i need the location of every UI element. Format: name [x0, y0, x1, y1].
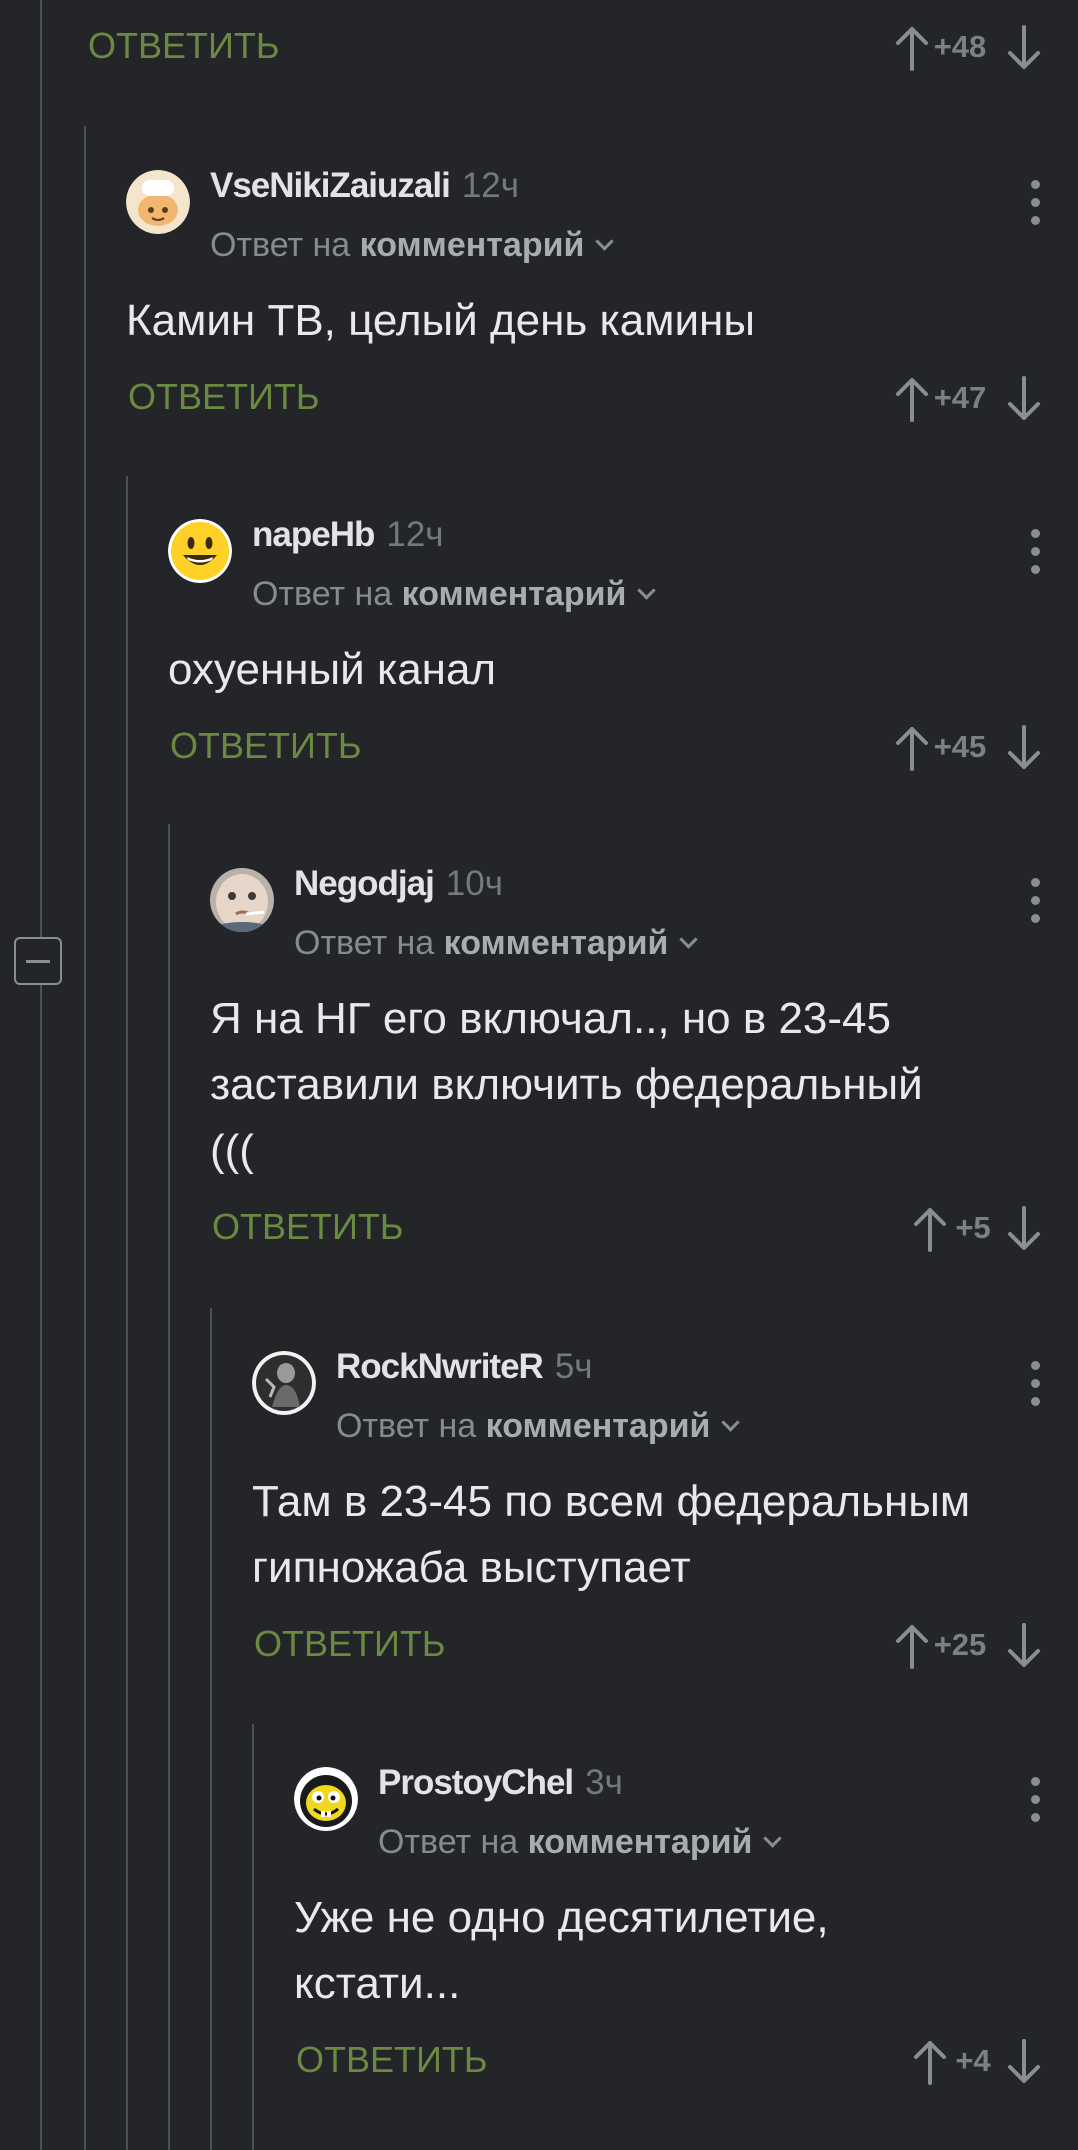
comment-rating: +45: [933, 729, 987, 764]
downvote-icon[interactable]: [1006, 1206, 1042, 1252]
smiley-avatar[interactable]: [168, 519, 232, 583]
chevron-down-icon[interactable]: [595, 232, 615, 251]
upvote-icon[interactable]: [894, 376, 930, 422]
more-options-icon[interactable]: [1028, 1777, 1040, 1823]
comment-time: 12ч: [386, 515, 444, 554]
downvote-icon[interactable]: [1006, 25, 1042, 71]
comment-author[interactable]: VseNikiZaiuzali 12ч: [210, 166, 519, 206]
comment-actions: ОТВЕТИТЬ +47: [128, 374, 1042, 424]
downvote-icon[interactable]: [1006, 725, 1042, 771]
more-options-icon[interactable]: [1028, 529, 1040, 575]
comment-rating: +25: [933, 1627, 987, 1662]
upvote-icon[interactable]: [894, 1623, 930, 1669]
upvote-icon[interactable]: [912, 2039, 948, 2085]
reply-button[interactable]: ОТВЕТИТЬ: [170, 725, 362, 767]
comment-text: Там в 23-45 по всем федеральным гипножаб…: [252, 1477, 971, 1592]
chevron-down-icon[interactable]: [637, 581, 657, 600]
comment-time: 5ч: [554, 1347, 593, 1386]
reply-to-line[interactable]: Ответ на комментарий: [252, 575, 657, 614]
comment-text: охуенный канал: [168, 645, 497, 694]
reply-to-line[interactable]: Ответ на комментарий: [294, 924, 699, 963]
upvote-icon[interactable]: [894, 25, 930, 71]
downvote-icon[interactable]: [1006, 376, 1042, 422]
comment-rating: +4: [955, 2043, 991, 2078]
upvote-icon[interactable]: [894, 725, 930, 771]
comment-actions: ОТВЕТИТЬ +25: [254, 1621, 1042, 1671]
thread-line: [84, 126, 86, 2150]
more-options-icon[interactable]: [1028, 1361, 1040, 1407]
chevron-down-icon[interactable]: [763, 1829, 783, 1848]
rock-avatar[interactable]: [252, 1351, 316, 1415]
baby-avatar[interactable]: [210, 868, 274, 932]
chevron-down-icon[interactable]: [721, 1413, 741, 1432]
thread-line: [126, 476, 128, 2150]
comment-text: Уже не одно десятилетие, кстати...: [294, 1893, 829, 2008]
thread-line: [252, 1724, 254, 2150]
troll-face-avatar[interactable]: [294, 1767, 358, 1831]
more-options-icon[interactable]: [1028, 180, 1040, 226]
reply-button[interactable]: ОТВЕТИТЬ: [212, 1206, 404, 1248]
comment-text: Камин ТВ, целый день камины: [126, 296, 755, 345]
comment-actions: ОТВЕТИТЬ +5: [212, 1204, 1042, 1254]
downvote-icon[interactable]: [1006, 2039, 1042, 2085]
reply-to-line[interactable]: Ответ на комментарий: [210, 226, 615, 265]
comment-time: 3ч: [585, 1763, 623, 1802]
comment-author[interactable]: ProstoyChel 3ч: [378, 1763, 623, 1803]
upvote-icon[interactable]: [912, 1206, 948, 1252]
cook-avatar[interactable]: [126, 170, 190, 234]
comment-text: Я на НГ его включал.., но в 23-45 застав…: [210, 994, 923, 1175]
comment-time: 10ч: [445, 864, 503, 903]
collapse-thread-button[interactable]: [14, 937, 62, 985]
more-options-icon[interactable]: [1028, 878, 1040, 924]
comment-rating: +48: [933, 29, 987, 64]
chevron-down-icon[interactable]: [679, 930, 699, 949]
reply-button[interactable]: ОТВЕТИТЬ: [88, 25, 280, 67]
thread-line: [210, 1308, 212, 2150]
comment-rating: +5: [955, 1210, 991, 1245]
comment-rating: +47: [933, 380, 987, 415]
thread-line: [168, 824, 170, 2150]
thread-line: [40, 0, 42, 2150]
comment-author[interactable]: Negodjaj 10ч: [294, 864, 503, 904]
reply-button[interactable]: ОТВЕТИТЬ: [128, 376, 320, 418]
comment-actions: ОТВЕТИТЬ +45: [170, 723, 1042, 773]
reply-to-line[interactable]: Ответ на комментарий: [336, 1407, 741, 1446]
comment-author[interactable]: RockNwriteR 5ч: [336, 1347, 593, 1387]
downvote-icon[interactable]: [1006, 1623, 1042, 1669]
comment-author[interactable]: napeHb 12ч: [252, 515, 444, 555]
reply-button[interactable]: ОТВЕТИТЬ: [296, 2039, 488, 2081]
comment-time: 12ч: [461, 166, 519, 205]
reply-to-line[interactable]: Ответ на комментарий: [378, 1823, 783, 1862]
top-action-row: ОТВЕТИТЬ +48: [88, 23, 1042, 73]
comment-actions: ОТВЕТИТЬ +4: [296, 2037, 1042, 2087]
reply-button[interactable]: ОТВЕТИТЬ: [254, 1623, 446, 1665]
